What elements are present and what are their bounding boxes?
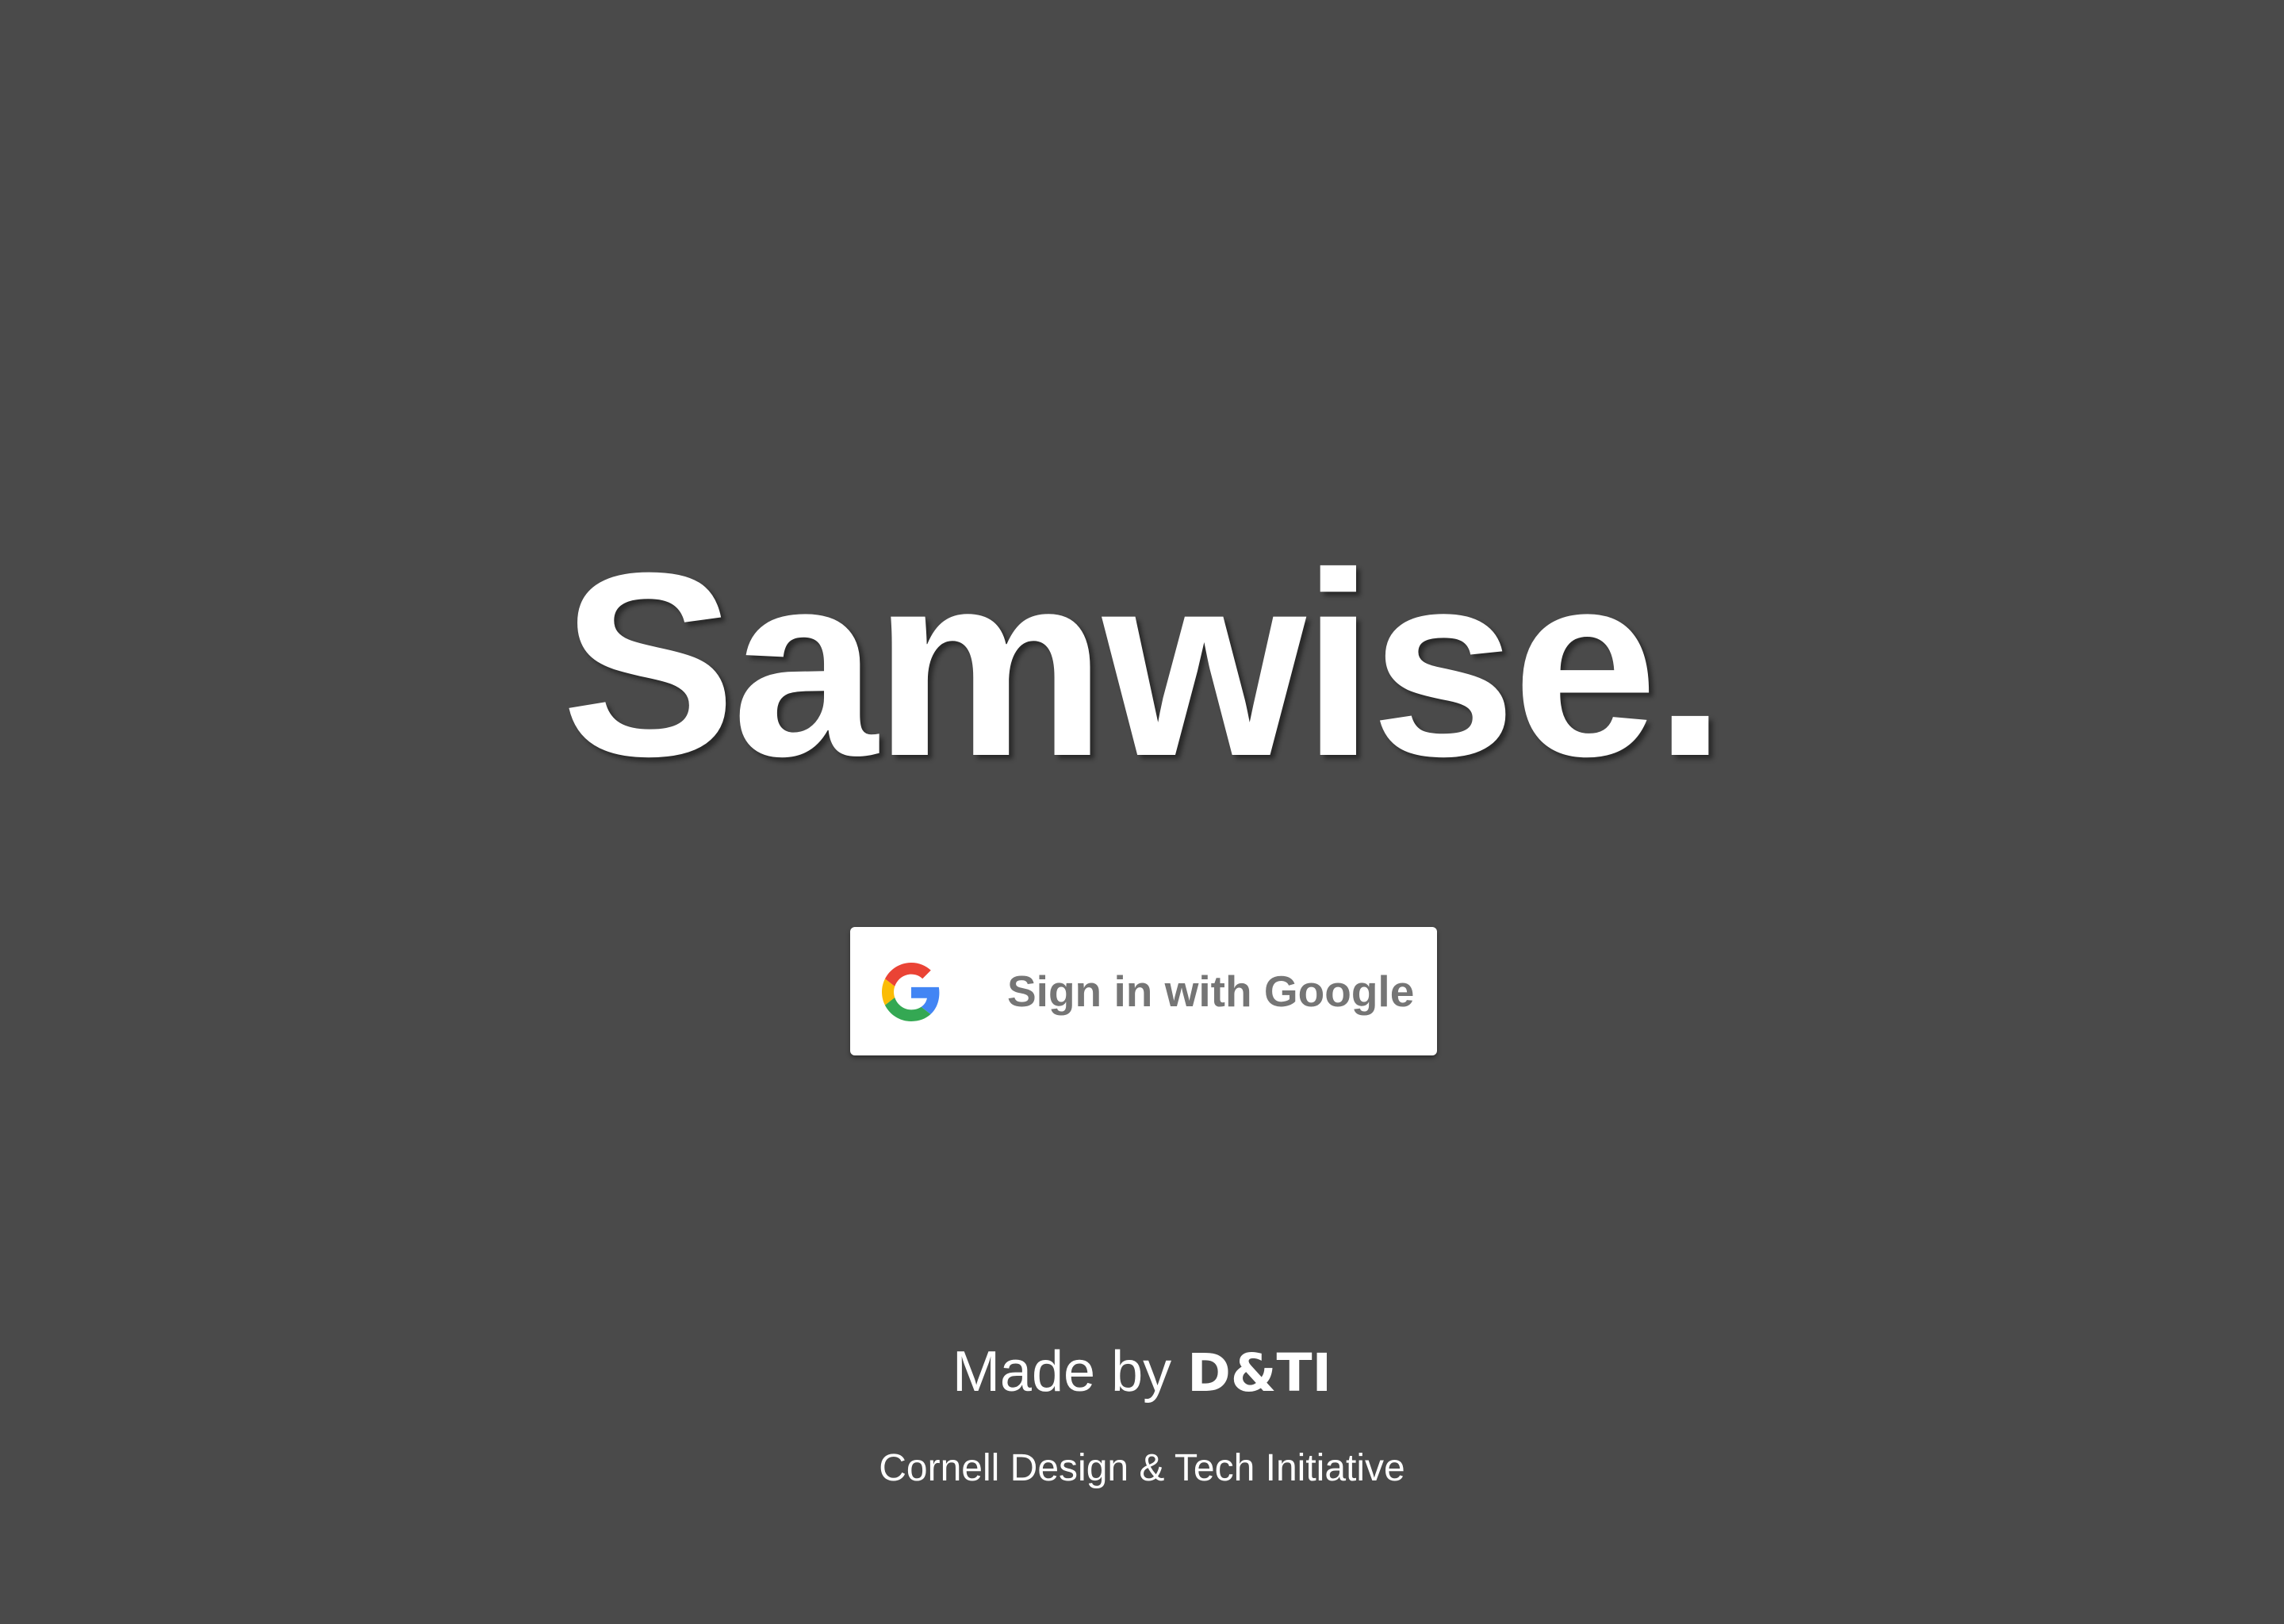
made-by-prefix: Made by (952, 1340, 1188, 1404)
login-page: Samwise. Sign in with Google Made by D&T… (0, 0, 2284, 1624)
google-g-icon (882, 963, 940, 1021)
google-signin-button[interactable]: Sign in with Google (850, 927, 1437, 1055)
made-by-org: D&TI (1187, 1342, 1332, 1404)
google-signin-label: Sign in with Google (1007, 967, 1415, 1016)
made-by-line: Made by D&TI (0, 1340, 2284, 1405)
app-title: Samwise. (561, 518, 1726, 810)
org-full-name: Cornell Design & Tech Initiative (879, 1447, 1405, 1489)
